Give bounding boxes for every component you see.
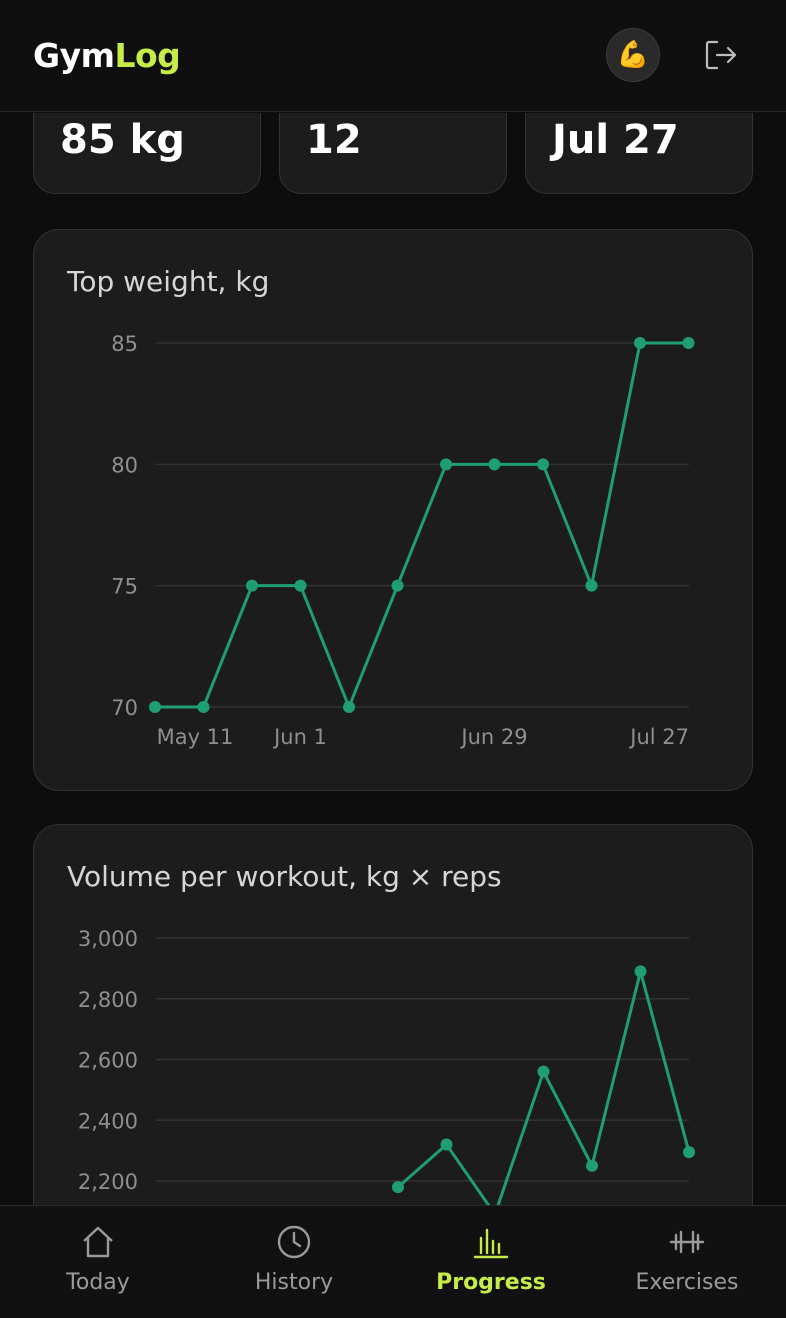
- y-tick-label: 75: [111, 575, 138, 599]
- stat-value: 12: [306, 117, 362, 163]
- y-tick-label: 2,200: [78, 1170, 138, 1194]
- nav-item-history[interactable]: History: [196, 1206, 392, 1318]
- x-tick-label: Jun 29: [459, 725, 527, 749]
- top-weight-chart: 70 75 80 85 May 11 Jun 1 Jun 29 Jul 27: [111, 332, 695, 749]
- app-header: GymLog 💪: [0, 0, 786, 112]
- stat-card-last-workout: Jul 27: [525, 113, 753, 194]
- bar-chart-icon: [473, 1228, 509, 1259]
- data-point: [537, 1065, 550, 1078]
- data-point: [343, 701, 355, 713]
- y-tick-label: 80: [111, 453, 138, 477]
- logout-icon[interactable]: [704, 38, 738, 72]
- data-point: [585, 579, 598, 592]
- data-point: [440, 1138, 453, 1151]
- volume-card: Volume per workout, kg × reps 2,200 2,400…: [33, 824, 753, 1205]
- y-tick-label: 2,600: [78, 1049, 138, 1073]
- data-point: [683, 1146, 695, 1159]
- home-icon: [83, 1226, 113, 1258]
- data-point: [391, 579, 404, 592]
- nav-label: Today: [66, 1270, 130, 1295]
- data-point: [294, 579, 307, 592]
- top-weight-card: Top weight, kg 70 75 80 85 May 11 Jun 1 Jun 29…: [33, 229, 753, 791]
- data-point: [586, 1159, 598, 1172]
- nav-label: Progress: [436, 1270, 546, 1295]
- nav-item-exercises[interactable]: Exercises: [589, 1206, 785, 1318]
- data-point: [197, 701, 210, 713]
- data-point: [246, 579, 258, 592]
- data-point: [488, 458, 501, 471]
- stat-value: 85 kg: [60, 117, 185, 163]
- y-tick-label: 2,400: [78, 1109, 138, 1133]
- avatar[interactable]: 💪: [606, 28, 660, 82]
- x-tick-label: Jun 1: [272, 725, 327, 749]
- y-tick-label: 85: [111, 332, 138, 356]
- data-point: [392, 1181, 404, 1194]
- data-point: [634, 965, 647, 978]
- x-tick-label: May 11: [157, 725, 234, 749]
- nav-label: Exercises: [635, 1270, 739, 1295]
- y-tick-label: 2,800: [78, 988, 138, 1012]
- series-line: [397, 969, 691, 1205]
- dumbbell-icon: [669, 1230, 705, 1254]
- clock-icon: [277, 1225, 311, 1259]
- data-point: [537, 458, 549, 471]
- nav-label: History: [254, 1270, 334, 1295]
- progress-content[interactable]: 85 kg 12 Jul 27 Top weight, kg 70 75 80 85 M…: [0, 113, 786, 1205]
- flexed-biceps-icon: 💪: [616, 40, 650, 70]
- series-line: [155, 341, 689, 709]
- data-point: [634, 337, 646, 349]
- nav-item-today[interactable]: Today: [0, 1206, 196, 1318]
- brand-part-gym: Gym: [33, 36, 115, 75]
- volume-chart: 2,200 2,400 2,600 2,800 3,000: [78, 927, 695, 1205]
- nav-item-progress[interactable]: Progress: [393, 1206, 589, 1318]
- data-point: [682, 337, 695, 349]
- bottom-nav: Today History Progress Exercises: [0, 1205, 786, 1318]
- stat-card-top-weight: 85 kg: [33, 113, 261, 194]
- brand-part-log: Log: [114, 36, 181, 75]
- x-tick-label: Jul 27: [628, 725, 689, 749]
- y-tick-label: 70: [111, 696, 138, 720]
- data-point: [149, 701, 161, 713]
- data-point: [440, 458, 452, 471]
- stat-card-workouts: 12: [279, 113, 507, 194]
- stat-value: Jul 27: [552, 117, 679, 163]
- app-logo[interactable]: GymLog: [33, 36, 181, 75]
- y-tick-label: 3,000: [78, 927, 138, 951]
